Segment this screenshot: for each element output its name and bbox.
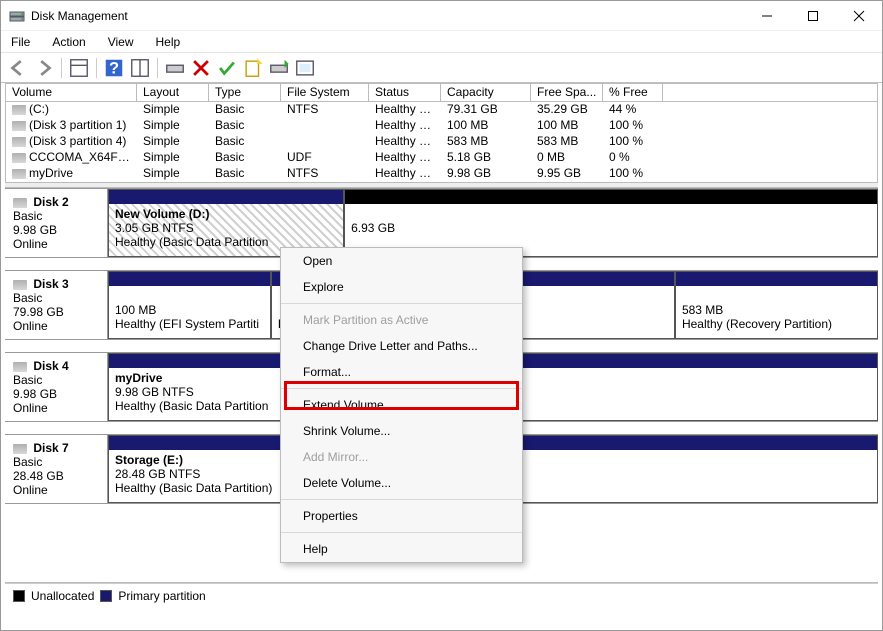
partition-title: New Volume (D:)	[115, 207, 209, 221]
disk-size: 9.98 GB	[13, 387, 57, 401]
disk-name: Disk 7	[33, 441, 68, 455]
partition-size: 9.98 GB NTFS	[115, 385, 194, 399]
partition-size: 100 MB	[115, 303, 156, 317]
toolbar: ?	[1, 53, 882, 83]
partition-status: Healthy (Basic Data Partition	[115, 399, 268, 413]
check-icon[interactable]	[216, 57, 238, 79]
table-row[interactable]: CCCOMA_X64FRE...SimpleBasicUDFHealthy (P…	[6, 150, 877, 166]
menu-format[interactable]: Format...	[281, 359, 522, 385]
partition-size: 28.48 GB NTFS	[115, 467, 200, 481]
volume-table-body: (C:)SimpleBasicNTFSHealthy (B...79.31 GB…	[5, 102, 878, 182]
delete-icon[interactable]	[190, 57, 212, 79]
disk-name: Disk 4	[33, 359, 68, 373]
toolbar-icon[interactable]	[129, 57, 151, 79]
legend-primary-label: Primary partition	[118, 589, 205, 603]
close-button[interactable]	[836, 1, 882, 31]
menu-view[interactable]: View	[104, 33, 138, 51]
col-type[interactable]: Type	[209, 84, 281, 101]
new-icon[interactable]	[242, 57, 264, 79]
partition-title: myDrive	[115, 371, 162, 385]
partition-status: Healthy (Recovery Partition)	[682, 317, 832, 331]
menu-file[interactable]: File	[7, 33, 34, 51]
show-hide-button[interactable]	[68, 57, 90, 79]
table-row[interactable]: (Disk 3 partition 1)SimpleBasicHealthy (…	[6, 118, 877, 134]
toolbar-icon-3[interactable]	[294, 57, 316, 79]
legend-unallocated-swatch	[13, 590, 25, 602]
partition-recovery[interactable]: 583 MBHealthy (Recovery Partition)	[675, 271, 878, 339]
back-button[interactable]	[7, 57, 29, 79]
disk-icon	[13, 444, 27, 454]
disk-state: Online	[13, 483, 48, 497]
table-row[interactable]: (Disk 3 partition 4)SimpleBasicHealthy (…	[6, 134, 877, 150]
partition-status: Healthy (Basic Data Partition	[115, 235, 268, 249]
partition-title: Storage (E:)	[115, 453, 183, 467]
table-row[interactable]: myDriveSimpleBasicNTFSHealthy (B...9.98 …	[6, 166, 877, 182]
legend-primary-swatch	[100, 590, 112, 602]
partition-size: 6.93 GB	[351, 221, 395, 235]
disk-state: Online	[13, 319, 48, 333]
minimize-button[interactable]	[744, 1, 790, 31]
disk-type: Basic	[13, 209, 42, 223]
disk-size: 9.98 GB	[13, 223, 57, 237]
toolbar-disk-icon[interactable]	[164, 57, 186, 79]
toolbar-icon-2[interactable]	[268, 57, 290, 79]
col-filesystem[interactable]: File System	[281, 84, 369, 101]
menu-help[interactable]: Help	[281, 536, 522, 562]
volume-table-header: Volume Layout Type File System Status Ca…	[5, 83, 878, 102]
context-menu: Open Explore Mark Partition as Active Ch…	[280, 247, 523, 563]
col-free[interactable]: Free Spa...	[531, 84, 603, 101]
window-title: Disk Management	[31, 9, 744, 23]
menu-change-drive-letter[interactable]: Change Drive Letter and Paths...	[281, 333, 522, 359]
col-layout[interactable]: Layout	[137, 84, 209, 101]
menu-properties[interactable]: Properties	[281, 503, 522, 529]
menu-explore[interactable]: Explore	[281, 274, 522, 300]
disk-icon	[13, 198, 27, 208]
disk-icon	[13, 362, 27, 372]
menu-open[interactable]: Open	[281, 248, 522, 274]
disk-name: Disk 3	[33, 277, 68, 291]
col-capacity[interactable]: Capacity	[441, 84, 531, 101]
menu-action[interactable]: Action	[48, 33, 89, 51]
menu-delete-volume[interactable]: Delete Volume...	[281, 470, 522, 496]
col-status[interactable]: Status	[369, 84, 441, 101]
disk-type: Basic	[13, 455, 42, 469]
disk-state: Online	[13, 401, 48, 415]
menubar: File Action View Help	[1, 31, 882, 53]
disk-icon	[13, 280, 27, 290]
maximize-button[interactable]	[790, 1, 836, 31]
app-icon	[9, 8, 25, 24]
partition-size: 583 MB	[682, 303, 723, 317]
legend-unallocated-label: Unallocated	[31, 589, 94, 603]
partition-efi[interactable]: 100 MBHealthy (EFI System Partiti	[108, 271, 271, 339]
partition-size: 3.05 GB NTFS	[115, 221, 194, 235]
col-volume[interactable]: Volume	[6, 84, 137, 101]
menu-help[interactable]: Help	[152, 33, 185, 51]
svg-text:?: ?	[109, 59, 119, 77]
table-row[interactable]: (C:)SimpleBasicNTFSHealthy (B...79.31 GB…	[6, 102, 877, 118]
col-pct[interactable]: % Free	[603, 84, 663, 101]
partition-status: Healthy (EFI System Partiti	[115, 317, 259, 331]
disk-size: 28.48 GB	[13, 469, 64, 483]
disk-state: Online	[13, 237, 48, 251]
disk-size: 79.98 GB	[13, 305, 64, 319]
menu-shrink-volume[interactable]: Shrink Volume...	[281, 418, 522, 444]
partition-status: Healthy (Basic Data Partition)	[115, 481, 272, 495]
menu-add-mirror: Add Mirror...	[281, 444, 522, 470]
forward-button[interactable]	[33, 57, 55, 79]
menu-mark-active: Mark Partition as Active	[281, 307, 522, 333]
help-button[interactable]: ?	[103, 57, 125, 79]
disk-type: Basic	[13, 291, 42, 305]
titlebar: Disk Management	[1, 1, 882, 31]
disk-name: Disk 2	[33, 195, 68, 209]
menu-extend-volume[interactable]: Extend Volume...	[281, 392, 522, 418]
legend: Unallocated Primary partition	[5, 583, 878, 607]
disk-type: Basic	[13, 373, 42, 387]
